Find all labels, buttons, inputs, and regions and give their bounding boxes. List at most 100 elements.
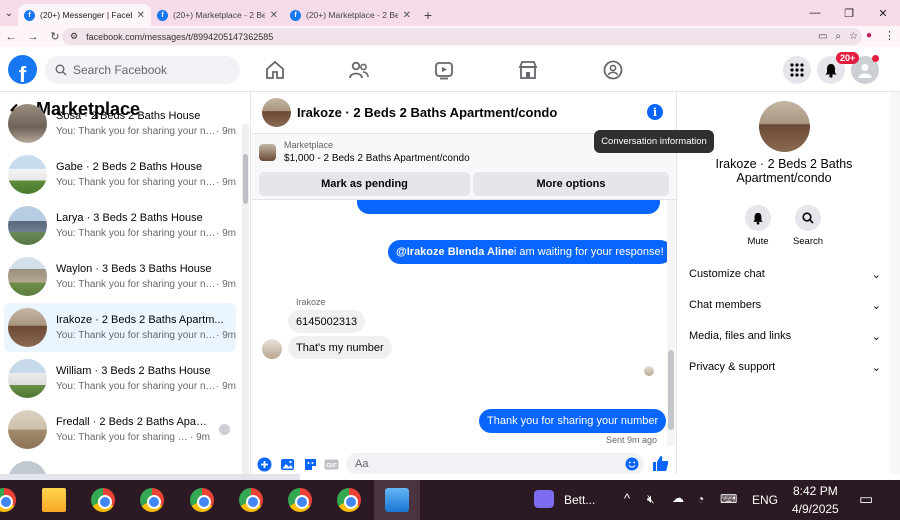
message-bubble-out[interactable]: Thank you for sharing your number: [479, 409, 667, 433]
profile-icon[interactable]: ●: [866, 30, 872, 41]
zoom-icon[interactable]: ⌕: [835, 31, 841, 42]
add-plus-icon[interactable]: [257, 457, 272, 472]
close-window-icon[interactable]: ✕: [866, 0, 900, 26]
chat-scrollbar[interactable]: [667, 200, 675, 446]
sticker-icon[interactable]: [303, 457, 318, 472]
forward-arrow-icon[interactable]: →: [22, 31, 44, 43]
search-input[interactable]: [73, 63, 223, 77]
mark-as-pending-button[interactable]: Mark as pending: [259, 172, 470, 196]
conversation-item-irakoze[interactable]: Irakoze · 2 Beds 2 Baths Apartm... You: T…: [4, 303, 236, 352]
new-tab-button[interactable]: +: [417, 4, 439, 26]
chrome-app-icon[interactable]: [288, 488, 312, 512]
conversation-title: Larya · 3 Beds 2 Baths House: [56, 212, 203, 224]
conversation-preview: You: Thank you for sharing your nu...: [56, 381, 216, 392]
conversation-item-gabe[interactable]: Gabe · 2 Beds 2 Baths House You: Thank yo…: [4, 150, 236, 199]
conversation-item-sosa[interactable]: Sosa · 2 Beds 2 Baths House You: Thank yo…: [4, 99, 236, 148]
facebook-logo-icon[interactable]: f: [8, 55, 37, 84]
message-input-wrapper[interactable]: [346, 453, 644, 474]
clock-date[interactable]: 4/9/2025: [792, 502, 839, 516]
restore-icon[interactable]: ❐: [832, 0, 866, 26]
chrome-app-icon[interactable]: [337, 488, 361, 512]
photos-app-icon[interactable]: [385, 488, 409, 512]
message-bubble-out[interactable]: @Irakoze Blenda Aline i am waiting for y…: [388, 240, 672, 264]
cloud-icon[interactable]: ☁: [672, 491, 684, 505]
media-app-label[interactable]: Bett...: [564, 493, 595, 507]
browser-menu-icon[interactable]: ⋮: [884, 29, 895, 42]
sender-avatar[interactable]: [262, 339, 282, 359]
conversation-time: · 9m: [216, 126, 236, 137]
conversation-item-waylon[interactable]: Waylon · 3 Beds 3 Baths House You: Thank …: [4, 252, 236, 301]
windows-taskbar: Bett... ^ 🔇︎ ☁ ◔ ⌨ ENG 8:42 PM 4/9/2025 …: [0, 480, 900, 520]
customize-chat-row[interactable]: Customize chat ⌄: [689, 264, 881, 284]
photo-icon[interactable]: [280, 457, 295, 472]
site-info-icon[interactable]: ⚙: [70, 31, 78, 42]
cast-icon[interactable]: ▭: [818, 31, 827, 42]
privacy-support-row[interactable]: Privacy & support ⌄: [689, 357, 881, 377]
conversation-info-icon[interactable]: i: [647, 104, 663, 120]
conversation-item-fredall[interactable]: Fredall · 2 Beds 2 Baths Apart... You: Th…: [4, 405, 236, 454]
conversation-item-partial[interactable]: [4, 456, 236, 474]
emoji-icon[interactable]: [625, 457, 639, 471]
like-thumbs-up-icon[interactable]: [652, 455, 669, 472]
tab-close-icon[interactable]: ✕: [137, 10, 145, 21]
chrome-app-icon[interactable]: [239, 488, 263, 512]
url-omnibox[interactable]: ⚙ facebook.com/messages/t/89942051473625…: [62, 28, 862, 45]
conversation-list-scrollbar[interactable]: [242, 124, 249, 474]
conversation-item-larya[interactable]: Larya · 3 Beds 2 Baths House You: Thank y…: [4, 201, 236, 250]
conversation-title: Fredall · 2 Beds 2 Baths Apart...: [56, 416, 210, 428]
media-player-icon[interactable]: [534, 490, 554, 508]
message-input[interactable]: [346, 453, 596, 474]
chrome-app-icon[interactable]: [91, 488, 115, 512]
back-arrow-icon[interactable]: ←: [0, 31, 22, 43]
notification-badge: 20+: [836, 52, 860, 64]
mention-text[interactable]: @Irakoze Blenda Aline: [396, 246, 514, 258]
facebook-search-box[interactable]: [45, 56, 240, 84]
clock-time[interactable]: 8:42 PM: [793, 484, 838, 498]
search-action[interactable]: Search: [788, 205, 828, 247]
marketplace-icon[interactable]: [517, 59, 539, 81]
menu-grid-button[interactable]: [783, 56, 811, 84]
browser-tab-marketplace-2[interactable]: f (20+) Marketplace - 2 Beds 2 Ba ✕: [284, 4, 417, 26]
minimize-icon[interactable]: —: [798, 0, 832, 26]
conversation-item-william[interactable]: William · 3 Beds 2 Baths House You: Thank…: [4, 354, 236, 403]
chat-avatar[interactable]: [262, 98, 291, 127]
wifi-icon[interactable]: ◔: [697, 492, 704, 506]
video-icon[interactable]: [433, 59, 455, 81]
bookmark-star-icon[interactable]: ☆: [849, 31, 858, 42]
friends-icon[interactable]: [348, 59, 370, 81]
chat-members-row[interactable]: Chat members ⌄: [689, 295, 881, 315]
show-hidden-icons-chevron-icon[interactable]: ^: [624, 491, 630, 506]
chrome-app-icon[interactable]: [190, 488, 214, 512]
browser-tab-marketplace-1[interactable]: f (20+) Marketplace - 2 Beds 2 Ba ✕: [151, 4, 284, 26]
row-label: Customize chat: [689, 268, 765, 280]
keyboard-icon[interactable]: ⌨: [720, 492, 737, 506]
chat-title[interactable]: Irakoze · 2 Beds 2 Baths Apartment/condo: [297, 105, 557, 120]
listing-thumbnail: [8, 359, 47, 398]
tab-close-icon[interactable]: ✕: [270, 10, 278, 21]
conversation-preview: You: Thank you for sharing your nu...: [56, 228, 216, 239]
volume-muted-icon[interactable]: 🔇︎: [647, 492, 655, 507]
svg-text:GIF: GIF: [326, 462, 337, 469]
tab-search-chevron-icon[interactable]: ⌄: [0, 0, 18, 26]
listing-thumbnail[interactable]: [259, 143, 276, 161]
info-avatar[interactable]: [759, 101, 810, 152]
file-explorer-icon[interactable]: [42, 488, 66, 512]
tab-close-icon[interactable]: ✕: [403, 10, 411, 21]
media-files-links-row[interactable]: Media, files and links ⌄: [689, 326, 881, 346]
message-bubble-in[interactable]: That's my number: [288, 336, 392, 359]
chrome-app-icon[interactable]: [140, 488, 164, 512]
seen-avatar-icon: [219, 424, 230, 435]
message-bubble-in[interactable]: 6145002313: [288, 310, 366, 333]
input-language[interactable]: ENG: [752, 493, 778, 507]
listing-price-title[interactable]: $1,000 - 2 Beds 2 Baths Apartment/condo: [284, 153, 470, 164]
mute-action[interactable]: Mute: [738, 205, 778, 247]
page-scrollbar[interactable]: [890, 92, 900, 474]
marketplace-conversation-list: Marketplace Sosa · 2 Beds 2 Baths House Y…: [0, 92, 251, 474]
groups-icon[interactable]: [602, 59, 624, 81]
more-options-button[interactable]: More options: [473, 172, 669, 196]
notification-center-icon[interactable]: ▭: [859, 490, 873, 508]
browser-tab-messenger[interactable]: f (20+) Messenger | Facebook ✕: [18, 4, 151, 26]
chrome-app-icon[interactable]: [0, 488, 16, 512]
home-icon[interactable]: [264, 59, 286, 81]
gif-icon[interactable]: GIF: [324, 457, 339, 472]
